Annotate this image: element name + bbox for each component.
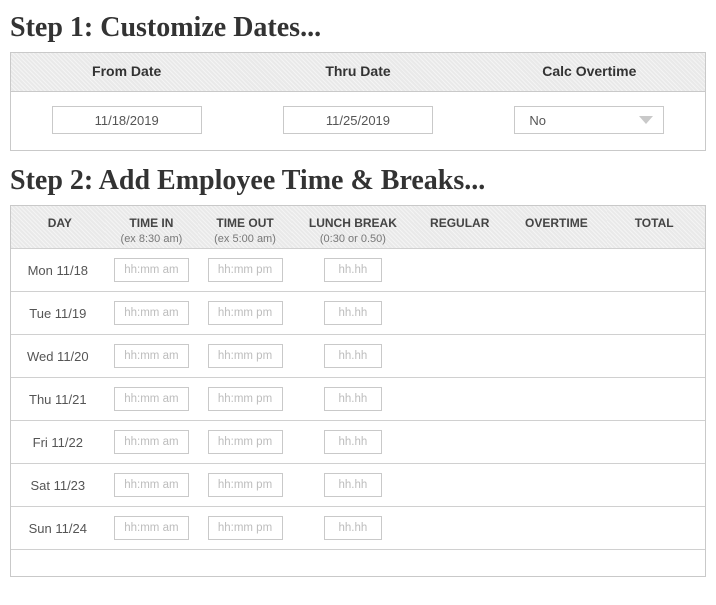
- step1-col-thru-label: Thru Date: [242, 53, 473, 91]
- time-in-input[interactable]: [114, 258, 189, 282]
- thru-date-input[interactable]: [283, 106, 433, 134]
- lunch-input[interactable]: [324, 430, 382, 454]
- lunch-input[interactable]: [324, 301, 382, 325]
- step1-heading: Step 1: Customize Dates...: [10, 12, 706, 44]
- time-table: DAY TIME IN(ex 8:30 am) TIME OUT(ex 5:00…: [11, 206, 705, 576]
- table-footer-row: [11, 550, 705, 576]
- overtime-cell: [506, 378, 608, 421]
- overtime-cell: [506, 507, 608, 550]
- overtime-cell: [506, 421, 608, 464]
- day-cell: Mon 11/18: [11, 249, 105, 292]
- lunch-input[interactable]: [324, 387, 382, 411]
- step2-heading: Step 2: Add Employee Time & Breaks...: [10, 165, 706, 197]
- th-lunch: LUNCH BREAK(0:30 or 0.50): [292, 206, 414, 249]
- th-time-in: TIME IN(ex 8:30 am): [105, 206, 199, 249]
- th-time-out: TIME OUT(ex 5:00 am): [198, 206, 292, 249]
- lunch-input[interactable]: [324, 473, 382, 497]
- table-row: Thu 11/21: [11, 378, 705, 421]
- regular-cell: [414, 292, 506, 335]
- table-row: Mon 11/18: [11, 249, 705, 292]
- total-cell: [607, 378, 705, 421]
- regular-cell: [414, 507, 506, 550]
- total-cell: [607, 421, 705, 464]
- regular-cell: [414, 249, 506, 292]
- calc-overtime-value: No: [529, 113, 546, 128]
- th-overtime: OVERTIME: [506, 206, 608, 249]
- day-cell: Thu 11/21: [11, 378, 105, 421]
- total-cell: [607, 335, 705, 378]
- from-date-input[interactable]: [52, 106, 202, 134]
- time-in-input[interactable]: [114, 516, 189, 540]
- time-in-input[interactable]: [114, 301, 189, 325]
- total-cell: [607, 464, 705, 507]
- overtime-cell: [506, 464, 608, 507]
- time-in-input[interactable]: [114, 473, 189, 497]
- th-regular: REGULAR: [414, 206, 506, 249]
- day-cell: Sat 11/23: [11, 464, 105, 507]
- regular-cell: [414, 378, 506, 421]
- day-cell: Wed 11/20: [11, 335, 105, 378]
- day-cell: Sun 11/24: [11, 507, 105, 550]
- step1-col-from-label: From Date: [11, 53, 242, 91]
- overtime-cell: [506, 335, 608, 378]
- step2-panel: DAY TIME IN(ex 8:30 am) TIME OUT(ex 5:00…: [10, 205, 706, 577]
- regular-cell: [414, 464, 506, 507]
- total-cell: [607, 249, 705, 292]
- table-row: Wed 11/20: [11, 335, 705, 378]
- time-in-input[interactable]: [114, 387, 189, 411]
- step1-panel: From Date Thru Date Calc Overtime No: [10, 52, 706, 151]
- time-out-input[interactable]: [208, 387, 283, 411]
- time-out-input[interactable]: [208, 473, 283, 497]
- time-out-input[interactable]: [208, 258, 283, 282]
- overtime-cell: [506, 292, 608, 335]
- time-in-input[interactable]: [114, 344, 189, 368]
- table-row: Fri 11/22: [11, 421, 705, 464]
- lunch-input[interactable]: [324, 258, 382, 282]
- regular-cell: [414, 335, 506, 378]
- total-cell: [607, 292, 705, 335]
- chevron-down-icon: [639, 116, 653, 125]
- time-out-input[interactable]: [208, 301, 283, 325]
- step1-col-calc-label: Calc Overtime: [474, 53, 705, 91]
- table-row: Sun 11/24: [11, 507, 705, 550]
- day-cell: Fri 11/22: [11, 421, 105, 464]
- table-row: Tue 11/19: [11, 292, 705, 335]
- step1-header-row: From Date Thru Date Calc Overtime: [11, 53, 705, 91]
- calc-overtime-select[interactable]: No: [514, 106, 664, 134]
- time-out-input[interactable]: [208, 516, 283, 540]
- day-cell: Tue 11/19: [11, 292, 105, 335]
- regular-cell: [414, 421, 506, 464]
- time-in-input[interactable]: [114, 430, 189, 454]
- lunch-input[interactable]: [324, 344, 382, 368]
- th-day: DAY: [11, 206, 105, 249]
- lunch-input[interactable]: [324, 516, 382, 540]
- th-total: TOTAL: [607, 206, 705, 249]
- step1-body-row: No: [11, 91, 705, 150]
- time-out-input[interactable]: [208, 344, 283, 368]
- table-row: Sat 11/23: [11, 464, 705, 507]
- total-cell: [607, 507, 705, 550]
- overtime-cell: [506, 249, 608, 292]
- time-out-input[interactable]: [208, 430, 283, 454]
